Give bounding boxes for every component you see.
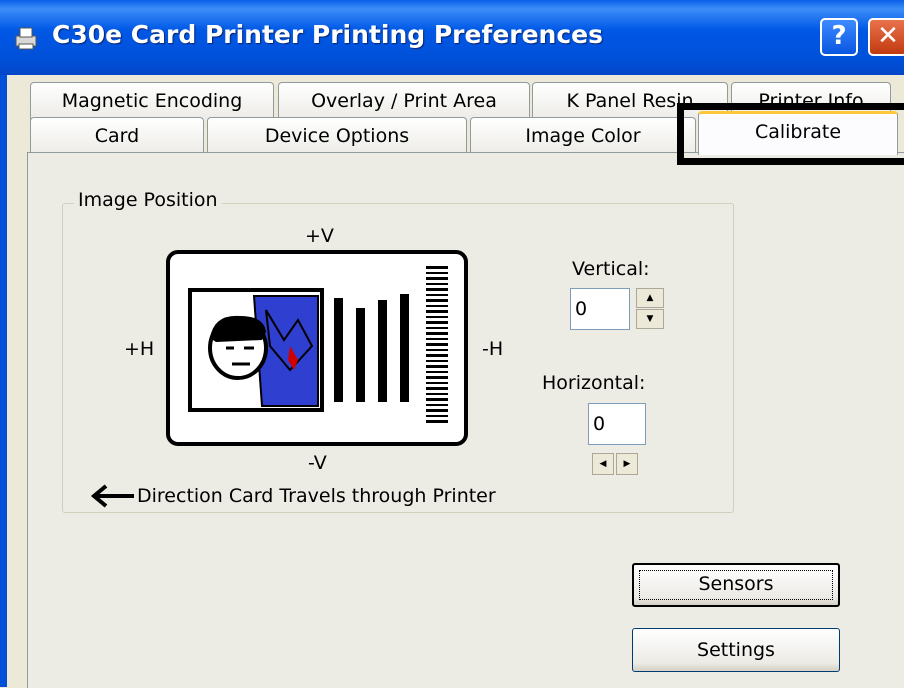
tab-overlay-print-area[interactable]: Overlay / Print Area — [278, 82, 530, 120]
tab-device-options[interactable]: Device Options — [207, 117, 467, 155]
plus-v-label: +V — [305, 225, 334, 247]
close-button[interactable]: ✕ — [868, 18, 904, 56]
settings-button[interactable]: Settings — [632, 628, 840, 672]
focus-ring — [639, 570, 833, 600]
plus-h-label: +H — [124, 338, 155, 360]
tab-image-color[interactable]: Image Color — [470, 117, 696, 155]
vertical-up-button[interactable]: ▲ — [636, 288, 664, 308]
minus-v-label: -V — [308, 452, 327, 474]
vertical-label: Vertical: — [572, 258, 650, 280]
image-position-label: Image Position — [74, 189, 222, 211]
minus-h-label: -H — [482, 338, 504, 360]
vertical-input[interactable]: 0 — [570, 288, 630, 330]
vertical-down-button[interactable]: ▼ — [636, 309, 664, 329]
tab-card[interactable]: Card — [30, 117, 204, 155]
left-arrow-icon — [90, 484, 134, 508]
tab-highlight-box — [677, 103, 904, 165]
card-illustration — [166, 250, 468, 446]
window-title: C30e Card Printer Printing Preferences — [52, 20, 604, 49]
tab-magnetic-encoding[interactable]: Magnetic Encoding — [30, 82, 274, 120]
help-button[interactable]: ? — [820, 18, 858, 56]
horizontal-right-button[interactable]: ▶ — [616, 453, 638, 475]
horizontal-left-button[interactable]: ◀ — [592, 453, 614, 475]
direction-text: Direction Card Travels through Printer — [137, 485, 496, 507]
sensors-button[interactable]: Sensors — [632, 563, 840, 607]
settings-button-label: Settings — [697, 639, 775, 661]
horizontal-label: Horizontal: — [542, 372, 646, 394]
window-frame — [0, 75, 7, 687]
printer-icon — [15, 27, 37, 50]
horizontal-input[interactable]: 0 — [588, 403, 646, 445]
title-bar: C30e Card Printer Printing Preferences ?… — [0, 0, 904, 75]
